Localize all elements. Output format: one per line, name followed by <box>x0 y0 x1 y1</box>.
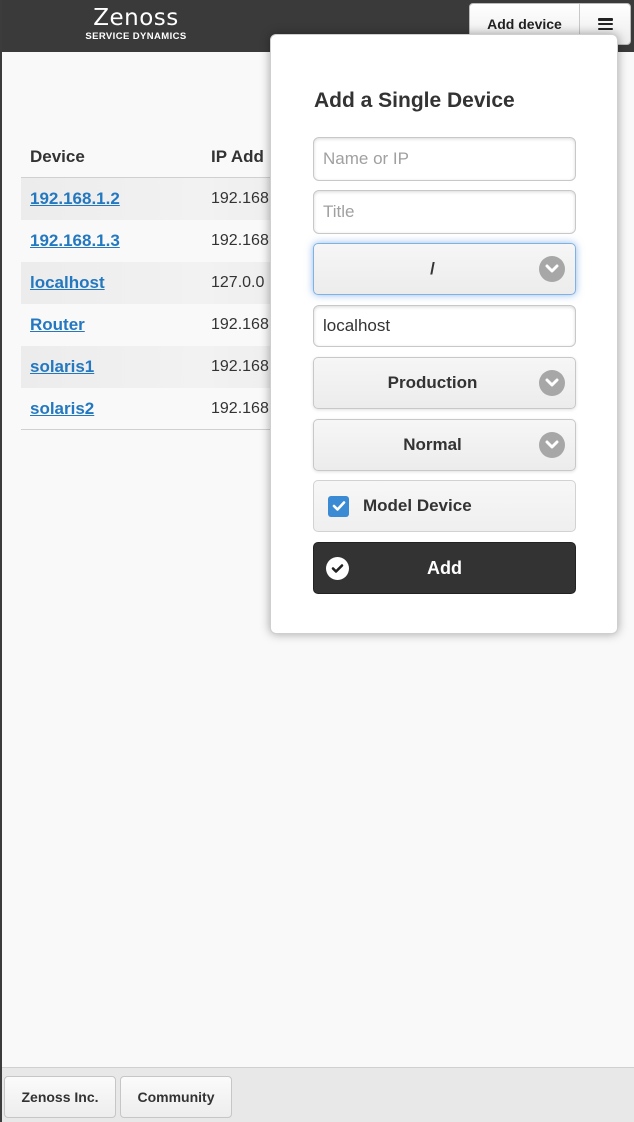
check-circle-icon <box>326 557 349 580</box>
device-link[interactable]: solaris1 <box>21 357 202 377</box>
device-ip: 192.168 <box>211 232 269 249</box>
add-button-label: Add <box>427 557 462 578</box>
chevron-down-icon <box>539 256 565 282</box>
device-ip: 192.168 <box>211 358 269 375</box>
column-header-ip[interactable]: IP Add <box>202 147 264 167</box>
device-link[interactable]: localhost <box>21 273 202 293</box>
name-or-ip-input[interactable] <box>313 137 576 181</box>
device-link[interactable]: solaris2 <box>21 399 202 419</box>
chevron-down-icon <box>539 432 565 458</box>
device-class-value: / <box>430 259 435 278</box>
zenoss-logo[interactable]: Zenoss SERVICE DYNAMICS <box>74 6 198 46</box>
logo-subtitle: SERVICE DYNAMICS <box>85 31 187 42</box>
device-ip: 192.168 <box>211 316 269 333</box>
add-button[interactable]: Add <box>313 542 576 594</box>
popup-title: Add a Single Device <box>314 89 515 112</box>
device-ip: 192.168 <box>211 190 269 207</box>
chevron-down-icon <box>539 370 565 396</box>
production-state-select[interactable]: Production <box>313 357 576 409</box>
device-link[interactable]: Router <box>21 315 202 335</box>
zenoss-inc-button[interactable]: Zenoss Inc. <box>4 1076 116 1118</box>
device-ip: 127.0.0 <box>211 274 265 291</box>
collector-input[interactable] <box>313 305 576 347</box>
hamburger-menu-icon <box>597 18 613 30</box>
device-link[interactable]: 192.168.1.3 <box>21 231 202 251</box>
column-header-device[interactable]: Device <box>21 147 202 167</box>
priority-select[interactable]: Normal <box>313 419 576 471</box>
device-link[interactable]: 192.168.1.2 <box>21 189 202 209</box>
logo-text: Zenoss <box>93 5 179 31</box>
model-device-checkbox[interactable] <box>328 495 349 517</box>
footer-bar: Zenoss Inc. Community <box>2 1067 634 1122</box>
device-class-select[interactable]: / <box>313 243 576 295</box>
left-edge-strip <box>0 0 2 1122</box>
checkmark-icon <box>332 501 345 511</box>
priority-value: Normal <box>403 435 462 454</box>
device-ip: 192.168 <box>211 399 269 417</box>
production-state-value: Production <box>387 373 478 392</box>
title-input[interactable] <box>313 190 576 234</box>
model-device-checkbox-row[interactable]: Model Device <box>313 480 576 532</box>
model-device-label: Model Device <box>363 496 472 515</box>
community-button[interactable]: Community <box>120 1076 232 1118</box>
add-device-popup: Add a Single Device / Production Normal … <box>270 34 618 634</box>
